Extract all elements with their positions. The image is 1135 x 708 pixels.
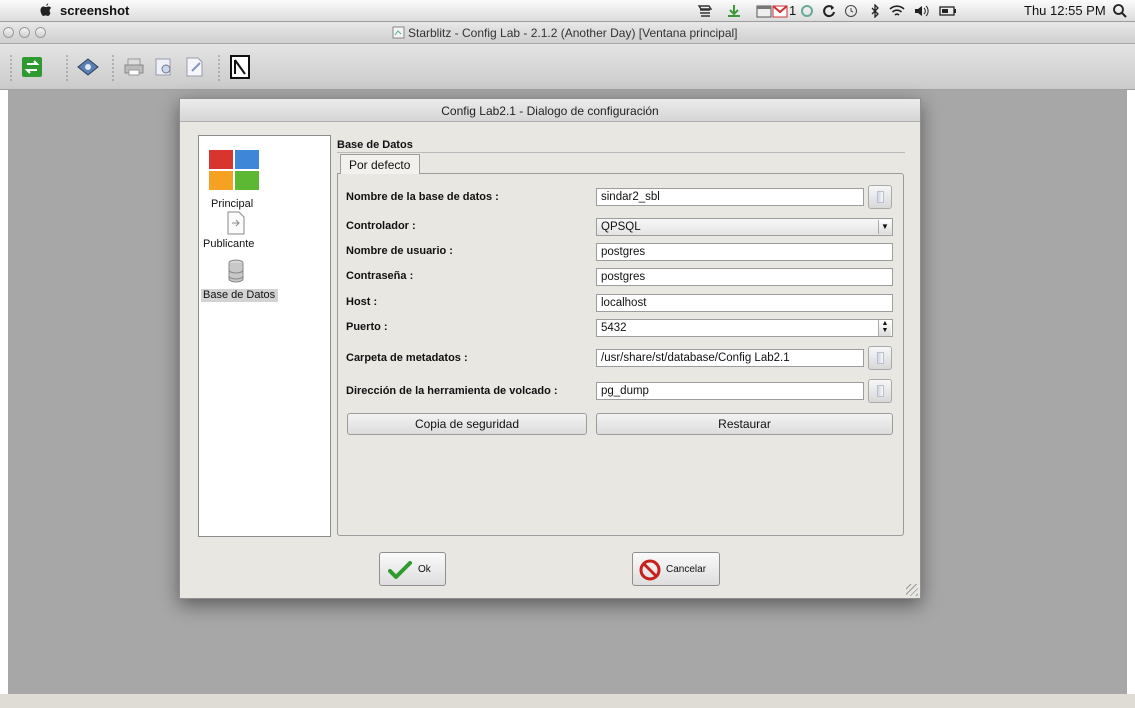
download-icon[interactable] <box>726 4 742 18</box>
wifi-icon[interactable] <box>888 4 906 18</box>
calendar-icon[interactable] <box>756 4 772 18</box>
toolbar-separator <box>112 54 114 82</box>
toolbar-separator <box>66 54 68 82</box>
view-icon[interactable] <box>74 53 102 81</box>
dialog-titlebar[interactable]: Config Lab2.1 - Dialogo de configuración <box>180 99 920 122</box>
dump-tool-browse-button[interactable] <box>868 379 892 403</box>
host-input[interactable]: localhost <box>596 294 893 312</box>
dialog-title: Config Lab2.1 - Dialogo de configuración <box>441 104 659 118</box>
status-bar <box>0 694 1135 708</box>
time-machine-icon[interactable] <box>844 4 858 18</box>
sidebar-item-base-de-datos[interactable]: Base de Datos <box>201 258 329 301</box>
database-icon <box>228 259 244 283</box>
gmail-icon[interactable] <box>772 4 788 18</box>
tab-por-defecto[interactable]: Por defecto <box>340 154 420 174</box>
gmail-count: 1 <box>789 3 797 18</box>
config-dialog: Config Lab2.1 - Dialogo de configuración… <box>179 98 921 599</box>
file-icon <box>877 352 884 364</box>
sidebar-item-label: Principal <box>211 198 254 210</box>
menu-bar: screenshot 1 Thu 12:55 PM <box>0 0 1135 22</box>
zoom-window-button[interactable] <box>35 27 46 38</box>
print-preview-icon[interactable] <box>150 53 178 81</box>
dump-tool-label: Dirección de la herramienta de volcado : <box>346 385 558 397</box>
ok-button[interactable]: Ok <box>379 552 446 586</box>
exchange-icon[interactable] <box>18 53 46 81</box>
driver-select[interactable]: QPSQL ▼ <box>596 218 893 236</box>
driver-label: Controlador : <box>346 220 416 232</box>
window-title: Starblitz - Config Lab - 2.1.2 (Another … <box>408 26 738 40</box>
volume-icon[interactable] <box>914 4 930 18</box>
sync-status-icon[interactable] <box>800 4 814 18</box>
windows-grid-icon <box>209 150 259 190</box>
restore-button[interactable]: Restaurar <box>596 413 893 435</box>
menubar-clock[interactable]: Thu 12:55 PM <box>1024 3 1106 18</box>
metadata-folder-input[interactable]: /usr/share/st/database/Config Lab2.1 <box>596 349 864 367</box>
edit-icon[interactable] <box>180 53 208 81</box>
section-title: Base de Datos <box>337 139 413 151</box>
host-label: Host : <box>346 296 378 308</box>
metadata-folder-browse-button[interactable] <box>868 346 892 370</box>
password-input[interactable]: postgres <box>596 268 893 286</box>
cancel-button-label: Cancelar <box>666 564 707 575</box>
app-document-icon <box>392 26 405 39</box>
checkmark-icon <box>388 561 412 579</box>
port-value: 5432 <box>601 322 627 334</box>
dump-tool-input[interactable]: pg_dump <box>596 382 864 400</box>
window-titlebar: Starblitz - Config Lab - 2.1.2 (Another … <box>0 22 1135 60</box>
minimize-window-button[interactable] <box>19 27 30 38</box>
main-toolbar <box>0 44 1135 90</box>
user-input[interactable]: postgres <box>596 243 893 261</box>
backup-button[interactable]: Copia de seguridad <box>347 413 587 435</box>
user-label: Nombre de usuario : <box>346 245 453 257</box>
document-arrow-icon <box>227 211 245 235</box>
bluetooth-icon[interactable] <box>870 4 880 18</box>
print-icon[interactable] <box>120 53 148 81</box>
cancel-button[interactable]: Cancelar <box>632 552 720 586</box>
toolbar-separator <box>218 54 220 82</box>
spinner-arrows-icon[interactable]: ▲ ▼ <box>878 320 891 336</box>
spotlight-icon[interactable] <box>1112 3 1128 19</box>
db-name-label: Nombre de la base de datos : <box>346 191 499 203</box>
driver-select-value: QPSQL <box>601 221 641 233</box>
close-window-button[interactable] <box>3 27 14 38</box>
toolbar-separator <box>10 54 12 82</box>
file-icon <box>877 385 884 397</box>
chevron-down-icon: ▼ <box>878 220 891 234</box>
section-divider <box>337 152 905 153</box>
settings-sidebar: Principal Publicante Base de Datos <box>198 135 331 537</box>
ok-button-label: Ok <box>418 564 431 575</box>
db-name-browse-button[interactable] <box>868 185 892 209</box>
sidebar-item-principal[interactable]: Principal <box>201 148 329 210</box>
password-label: Contraseña : <box>346 270 414 282</box>
sidebar-item-label: Publicante <box>203 238 255 250</box>
cancel-icon <box>639 559 661 581</box>
refresh-icon[interactable] <box>822 4 836 18</box>
port-label: Puerto : <box>346 321 388 333</box>
sidebar-item-label: Base de Datos <box>203 289 276 301</box>
resize-grip[interactable] <box>906 584 918 596</box>
battery-icon[interactable] <box>939 4 957 18</box>
sidebar-item-publicante[interactable]: Publicante <box>201 211 329 250</box>
file-icon <box>877 191 884 203</box>
metadata-folder-label: Carpeta de metadatos : <box>346 352 468 364</box>
script-icon[interactable] <box>697 4 713 18</box>
notebook-icon[interactable] <box>226 53 254 81</box>
port-spinbox[interactable]: 5432 ▲ ▼ <box>596 319 893 337</box>
app-menu-name[interactable]: screenshot <box>60 3 129 18</box>
db-name-input[interactable]: sindar2_sbl <box>596 188 864 206</box>
apple-icon[interactable] <box>40 3 52 17</box>
